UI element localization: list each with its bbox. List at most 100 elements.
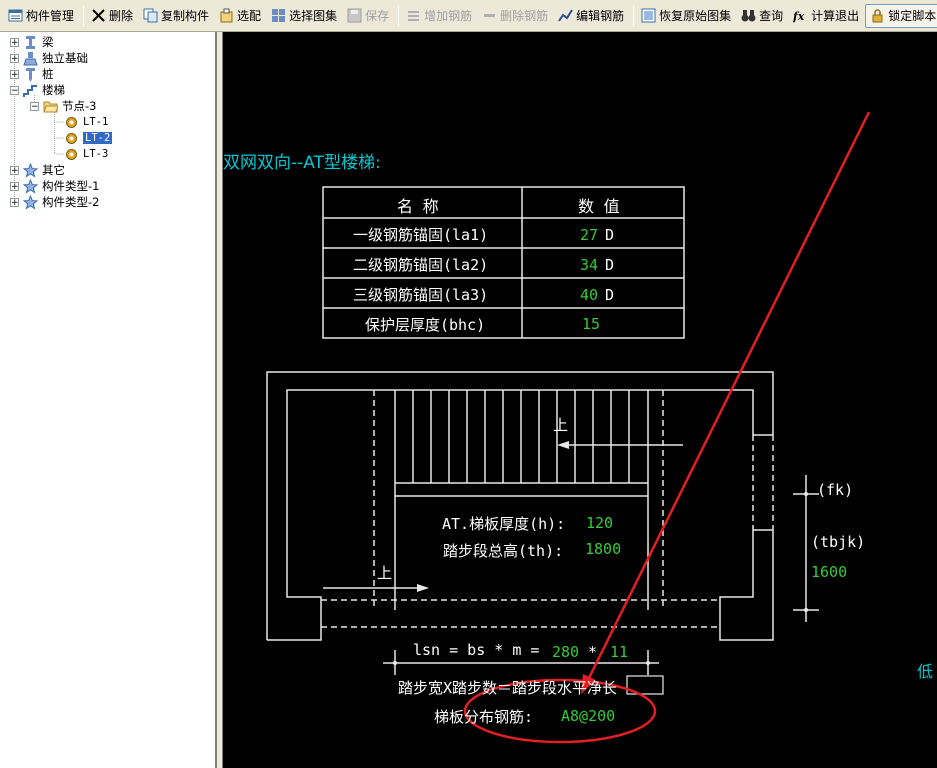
tree-item-type-1[interactable]: + 构件类型-1 — [10, 178, 99, 194]
expand-icon[interactable]: + — [10, 37, 19, 47]
edit-rebar-icon — [558, 8, 573, 23]
thickness-value: 120 — [586, 514, 614, 532]
bs-value: 280 — [552, 643, 580, 661]
table-row-value: 27 — [580, 226, 599, 244]
add-rebar-button[interactable]: 增加钢筋 — [402, 5, 476, 27]
add-rebar-icon — [406, 8, 421, 23]
delete-x-icon — [91, 8, 106, 23]
expand-icon[interactable]: + — [10, 165, 19, 175]
table-row-unit: D — [605, 226, 615, 244]
right-edge-text: 低 — [917, 662, 934, 681]
collapse-icon[interactable]: − — [30, 101, 39, 111]
stair-drawing-lines — [266, 111, 871, 744]
stair-icon — [23, 83, 38, 98]
gear-icon — [64, 115, 79, 130]
delete-label: 删除 — [109, 9, 134, 23]
toolbar-separator — [633, 5, 635, 26]
select-atlas-button[interactable]: 选择图集 — [267, 5, 341, 27]
edit-rebar-button[interactable]: 编辑钢筋 — [554, 5, 628, 27]
tree-item-label: 构件类型-2 — [42, 195, 100, 209]
delete-rebar-label: 删除钢筋 — [500, 9, 549, 23]
copy-component-button[interactable]: 复制构件 — [139, 5, 213, 27]
table-row-name: 一级钢筋锚固(la1) — [353, 226, 489, 244]
table-row-value: 34 — [580, 256, 599, 274]
save-label: 保存 — [365, 9, 390, 23]
lock-script-label: 锁定脚本 — [888, 9, 937, 23]
tree-item-foundation[interactable]: + 独立基础 — [10, 50, 88, 66]
query-label: 查询 — [759, 9, 784, 23]
drawing-canvas[interactable]: 双网双向--AT型楼梯: 名 称 数 值 一级钢筋锚固(la1) 27 D 二级… — [222, 32, 937, 768]
star-icon — [22, 162, 39, 178]
component-manage-label: 构件管理 — [26, 9, 75, 23]
table-row-name: 二级钢筋锚固(la2) — [353, 256, 489, 274]
fk-label: (fk) — [817, 481, 854, 499]
tree-item-label: 其它 — [42, 163, 65, 177]
distribution-value: A8@200 — [561, 707, 616, 725]
component-manage-button[interactable]: 构件管理 — [4, 5, 78, 27]
tree-item-label: 梁 — [42, 35, 54, 49]
tree-item-label: 楼梯 — [42, 83, 65, 97]
lock-script-button[interactable]: 锁定脚本 — [865, 3, 937, 28]
thickness-label: AT.梯板厚度(h): — [442, 515, 566, 533]
svg-text:fx: fx — [793, 10, 805, 23]
tree-item-other[interactable]: + 其它 — [10, 162, 65, 178]
expand-icon[interactable]: + — [10, 197, 19, 207]
fx-icon: fx — [792, 8, 808, 23]
toolbar-separator — [398, 5, 400, 26]
expand-icon[interactable]: + — [10, 181, 19, 191]
restore-atlas-button[interactable]: 恢复原始图集 — [637, 5, 735, 27]
select-config-icon — [219, 8, 234, 23]
tbjk-value: 1600 — [811, 563, 848, 581]
expand-icon[interactable]: + — [10, 53, 19, 63]
star-icon — [22, 194, 39, 210]
gear-icon — [64, 147, 79, 162]
foundation-icon — [23, 51, 38, 66]
delete-rebar-icon — [482, 8, 497, 23]
tree-item-lt-3[interactable]: LT-3 — [64, 146, 108, 162]
total-height-value: 1800 — [585, 540, 622, 558]
toolbar-separator — [83, 5, 85, 26]
calculate-exit-button[interactable]: fx 计算退出 — [789, 5, 863, 27]
tree-item-node-3[interactable]: − 节点-3 — [30, 98, 96, 114]
table-row-unit: D — [605, 286, 615, 304]
folder-open-icon — [43, 99, 59, 114]
up-arrow-head — [557, 441, 569, 449]
component-manage-icon — [8, 8, 23, 23]
select-config-button[interactable]: 选配 — [215, 5, 265, 27]
tree-item-label-selected: LT-2 — [83, 132, 113, 144]
lsn-formula: lsn = bs * m = — [413, 641, 540, 659]
save-button[interactable]: 保存 — [343, 5, 393, 27]
table-row-value: 15 — [582, 315, 601, 333]
distribution-label: 梯板分布钢筋: — [434, 708, 534, 726]
beam-icon — [23, 35, 38, 50]
tree-item-lt-2[interactable]: LT-2 — [64, 130, 113, 146]
collapse-icon[interactable]: − — [10, 85, 19, 95]
delete-button[interactable]: 删除 — [87, 5, 137, 27]
up-arrow-head — [417, 584, 429, 592]
binoculars-icon — [741, 8, 756, 23]
query-button[interactable]: 查询 — [737, 5, 787, 27]
tree-item-pile[interactable]: + 桩 — [10, 66, 54, 82]
tree-item-lt-1[interactable]: LT-1 — [64, 114, 108, 130]
tree-item-type-2[interactable]: + 构件类型-2 — [10, 194, 99, 210]
restore-atlas-icon — [641, 8, 656, 23]
gear-icon — [64, 131, 79, 146]
table-row-name: 保护层厚度(bhc) — [365, 316, 486, 334]
copy-icon — [143, 8, 158, 23]
table-header-value: 数 值 — [578, 197, 620, 216]
up-label: 上 — [553, 416, 569, 434]
select-atlas-icon — [271, 8, 286, 23]
toolbar: 构件管理 删除 复制构件 选配 选择图集 保存 增加钢筋 删除钢筋 编辑钢筋 恢… — [0, 0, 937, 32]
expand-icon[interactable]: + — [10, 69, 19, 79]
tree-item-beam[interactable]: + 梁 — [10, 34, 54, 50]
tree-item-label: 构件类型-1 — [42, 179, 100, 193]
m-value: 11 — [610, 643, 629, 661]
table-row-name: 三级钢筋锚固(la3) — [353, 286, 489, 304]
formula-text: 踏步宽X踏步数＝踏步段水平净长 — [398, 679, 618, 697]
star-icon — [22, 178, 39, 194]
tree-item-label: 独立基础 — [42, 51, 88, 65]
component-tree: + 梁 + 独立基础 + 桩 − 楼梯 − 节点-3 LT-1 LT-2 LT-… — [0, 32, 217, 768]
delete-rebar-button[interactable]: 删除钢筋 — [478, 5, 552, 27]
tree-item-stair[interactable]: − 楼梯 — [10, 82, 65, 98]
copy-component-label: 复制构件 — [161, 9, 210, 23]
